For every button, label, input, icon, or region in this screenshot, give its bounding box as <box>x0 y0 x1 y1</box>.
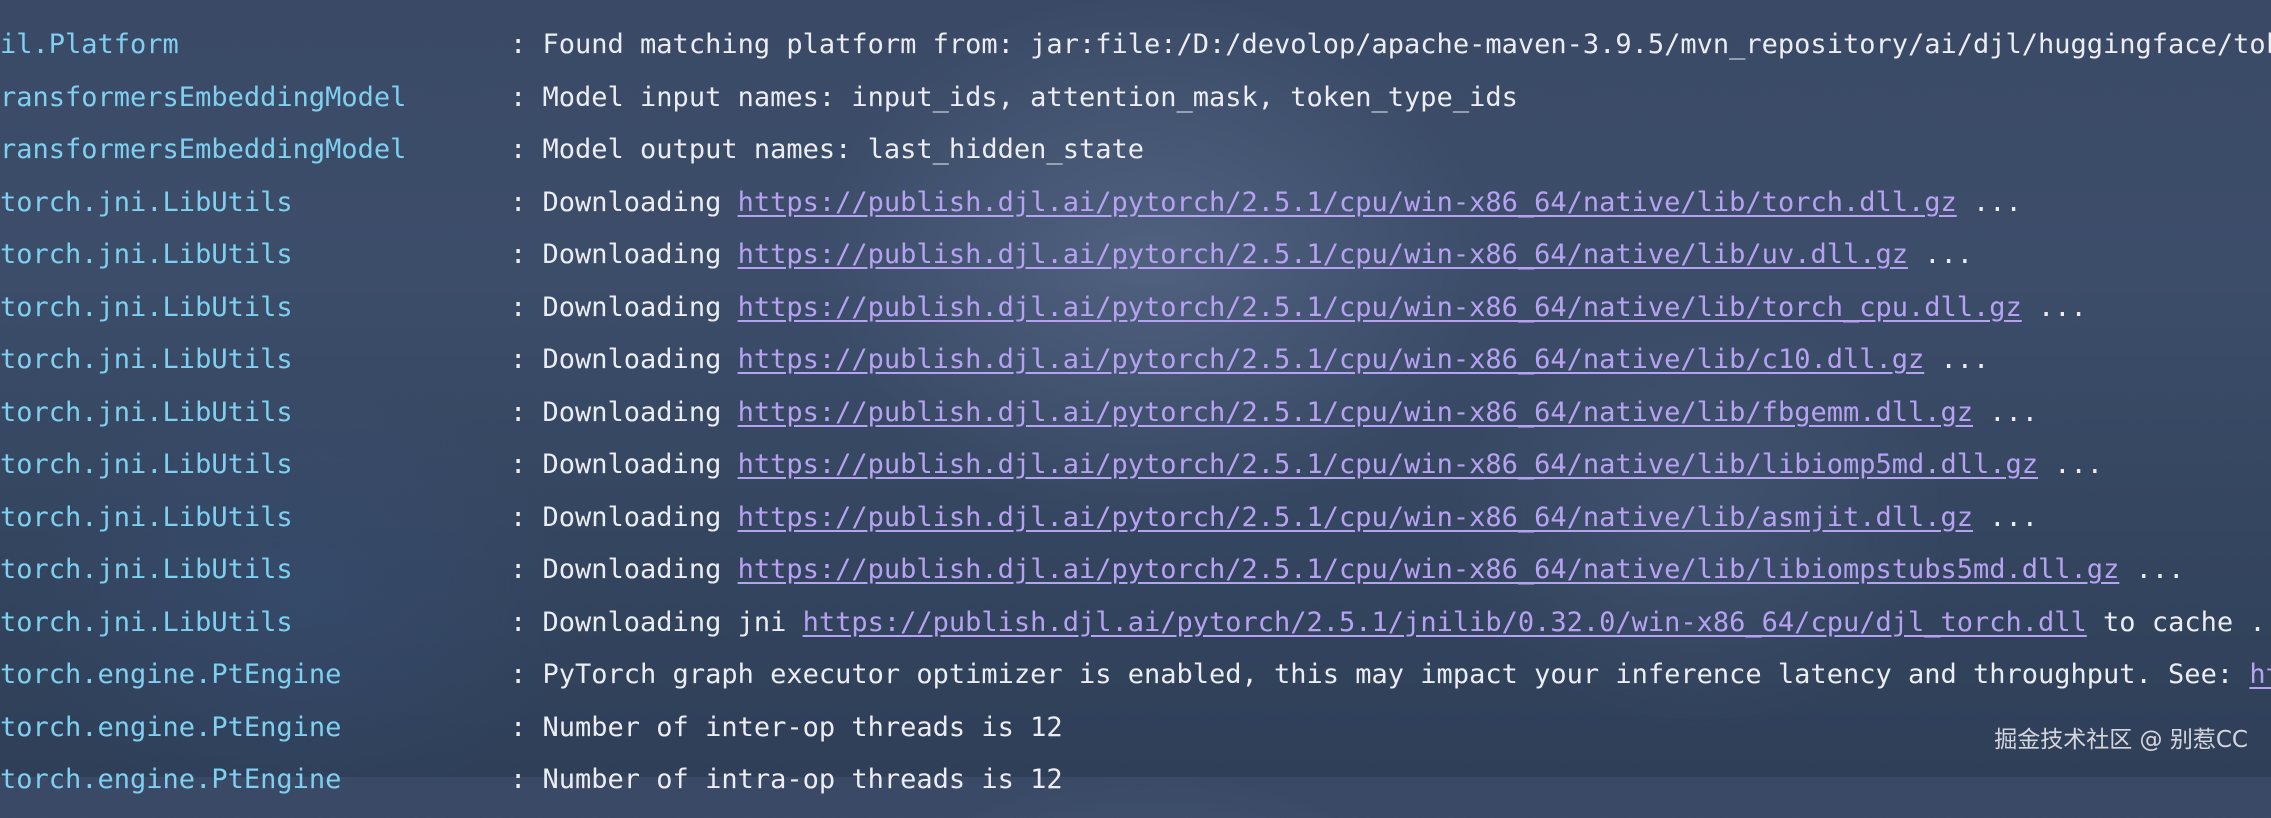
logger-name: torch.jni.LibUtils <box>0 554 293 585</box>
watermark: 掘金技术社区 @ 别惹CC <box>1994 727 2248 753</box>
message-text: Downloading <box>542 239 738 270</box>
log-message: : Downloading https://publish.djl.ai/pyt… <box>510 501 2039 533</box>
docs-url-link[interactable]: htt <box>2249 659 2271 690</box>
log-line: torch.engine.PtEngine : PyTorch graph ex… <box>0 660 2271 713</box>
log-line: il.Platform : Found matching platform fr… <box>0 30 2271 83</box>
log-line: torch.jni.LibUtils : Downloading https:/… <box>0 186 2271 241</box>
separator: : <box>510 134 543 165</box>
download-url-link[interactable]: https://publish.djl.ai/pytorch/2.5.1/cpu… <box>738 292 2022 323</box>
log-line: torch.jni.LibUtils : Downloading https:/… <box>0 240 2271 293</box>
log-line: torch.jni.LibUtils : Downloading https:/… <box>0 501 2271 556</box>
log-line: ransformersEmbeddingModel : Model input … <box>0 81 2271 136</box>
logger-name: torch.jni.LibUtils <box>0 449 293 480</box>
logger-name: torch.engine.PtEngine <box>0 764 342 795</box>
download-url-link[interactable]: https://publish.djl.ai/pytorch/2.5.1/cpu… <box>738 344 1925 375</box>
log-line: ransformersEmbeddingModel : Model output… <box>0 135 2271 188</box>
log-message: : Downloading https://publish.djl.ai/pyt… <box>510 240 1973 270</box>
message-text: Downloading <box>542 396 738 428</box>
message-text: Downloading <box>542 291 738 323</box>
log-line: torch.jni.LibUtils : Downloading https:/… <box>0 396 2271 451</box>
separator: : <box>510 764 543 795</box>
message-suffix: ... <box>1973 396 2039 428</box>
download-url-link[interactable]: https://publish.djl.ai/pytorch/2.5.1/jni… <box>803 607 2087 638</box>
message-suffix: ... <box>2119 554 2185 585</box>
logger-name: torch.jni.LibUtils <box>0 344 293 375</box>
message-text: Downloading <box>542 186 738 218</box>
log-line: torch.jni.LibUtils : Downloading https:/… <box>0 450 2271 503</box>
message-text: Number of intra-op threads is 12 <box>542 764 1063 795</box>
log-line: torch.jni.LibUtils : Downloading https:/… <box>0 291 2271 346</box>
download-url-link[interactable]: https://publish.djl.ai/pytorch/2.5.1/cpu… <box>738 397 1973 428</box>
log-message: : Downloading https://publish.djl.ai/pyt… <box>510 345 1989 375</box>
log-line: torch.engine.PtEngine : Number of intra-… <box>0 765 2271 818</box>
logger-name: torch.jni.LibUtils <box>0 239 293 270</box>
log-message: : Downloading https://publish.djl.ai/pyt… <box>510 555 2184 585</box>
log-message: : Downloading https://publish.djl.ai/pyt… <box>510 396 2039 428</box>
log-message: : Model output names: last_hidden_state <box>510 135 1144 165</box>
separator: : <box>510 344 543 375</box>
message-text: Downloading <box>542 449 738 480</box>
log-message: : Found matching platform from: jar:file… <box>510 30 2271 60</box>
separator: : <box>510 449 543 480</box>
log-message: : Number of intra-op threads is 12 <box>510 765 1063 795</box>
log-message: : Number of inter-op threads is 12 <box>510 711 1063 743</box>
logger-name: torch.engine.PtEngine <box>0 711 342 743</box>
logger-name: torch.jni.LibUtils <box>0 501 293 533</box>
log-line: torch.jni.LibUtils : Downloading jni htt… <box>0 606 2271 661</box>
separator: : <box>510 554 543 585</box>
message-text: Model output names: last_hidden_state <box>542 134 1144 165</box>
separator: : <box>510 606 543 638</box>
separator: : <box>510 186 543 218</box>
separator: : <box>510 659 543 690</box>
message-suffix: ... <box>2038 449 2104 480</box>
separator: : <box>510 29 543 60</box>
log-line: torch.jni.LibUtils : Downloading https:/… <box>0 555 2271 608</box>
message-suffix: to cache ... <box>2103 606 2271 638</box>
message-text: Found matching platform from: jar:file:/… <box>542 29 2271 60</box>
message-text: Model input names: input_ids, attention_… <box>542 81 1518 113</box>
logger-name: torch.jni.LibUtils <box>0 291 293 323</box>
log-message: : PyTorch graph executor optimizer is en… <box>510 660 2271 690</box>
message-text: Downloading <box>542 501 738 533</box>
logger-name: torch.jni.LibUtils <box>0 186 293 218</box>
message-text: PyTorch graph executor optimizer is enab… <box>542 659 2250 690</box>
logger-name: il.Platform <box>0 29 179 60</box>
log-message: : Downloading jni https://publish.djl.ai… <box>510 606 2271 638</box>
message-text: Downloading <box>542 344 738 375</box>
log-line: torch.engine.PtEngine : Number of inter-… <box>0 711 2271 766</box>
log-message: : Downloading https://publish.djl.ai/pyt… <box>510 450 2103 480</box>
message-suffix: ... <box>2021 291 2087 323</box>
separator: : <box>510 81 543 113</box>
separator: : <box>510 711 543 743</box>
message-text: Downloading <box>542 554 738 585</box>
log-message: : Downloading https://publish.djl.ai/pyt… <box>510 186 2022 218</box>
message-suffix: ... <box>1973 501 2039 533</box>
download-url-link[interactable]: https://publish.djl.ai/pytorch/2.5.1/cpu… <box>738 554 2120 585</box>
download-url-link[interactable]: https://publish.djl.ai/pytorch/2.5.1/cpu… <box>738 239 1908 270</box>
separator: : <box>510 396 543 428</box>
console-output[interactable]: il.Platform : Found matching platform fr… <box>0 30 2271 818</box>
download-url-link[interactable]: https://publish.djl.ai/pytorch/2.5.1/cpu… <box>738 449 2038 480</box>
logger-name: torch.engine.PtEngine <box>0 659 342 690</box>
logger-name: torch.jni.LibUtils <box>0 396 293 428</box>
separator: : <box>510 501 543 533</box>
download-url-link[interactable]: https://publish.djl.ai/pytorch/2.5.1/cpu… <box>738 187 1957 218</box>
message-suffix: ... <box>1907 239 1974 270</box>
message-text: Number of inter-op threads is 12 <box>542 711 1063 743</box>
log-line: torch.jni.LibUtils : Downloading https:/… <box>0 345 2271 398</box>
download-url-link[interactable]: https://publish.djl.ai/pytorch/2.5.1/cpu… <box>738 502 1973 533</box>
message-suffix: ... <box>1956 186 2022 218</box>
logger-name: ransformersEmbeddingModel <box>0 81 407 113</box>
separator: : <box>510 239 543 270</box>
log-message: : Model input names: input_ids, attentio… <box>510 81 1518 113</box>
message-text: Downloading jni <box>542 606 803 638</box>
separator: : <box>510 291 543 323</box>
message-suffix: ... <box>1924 344 1990 375</box>
log-message: : Downloading https://publish.djl.ai/pyt… <box>510 291 2087 323</box>
logger-name: ransformersEmbeddingModel <box>0 134 407 165</box>
logger-name: torch.jni.LibUtils <box>0 606 293 638</box>
